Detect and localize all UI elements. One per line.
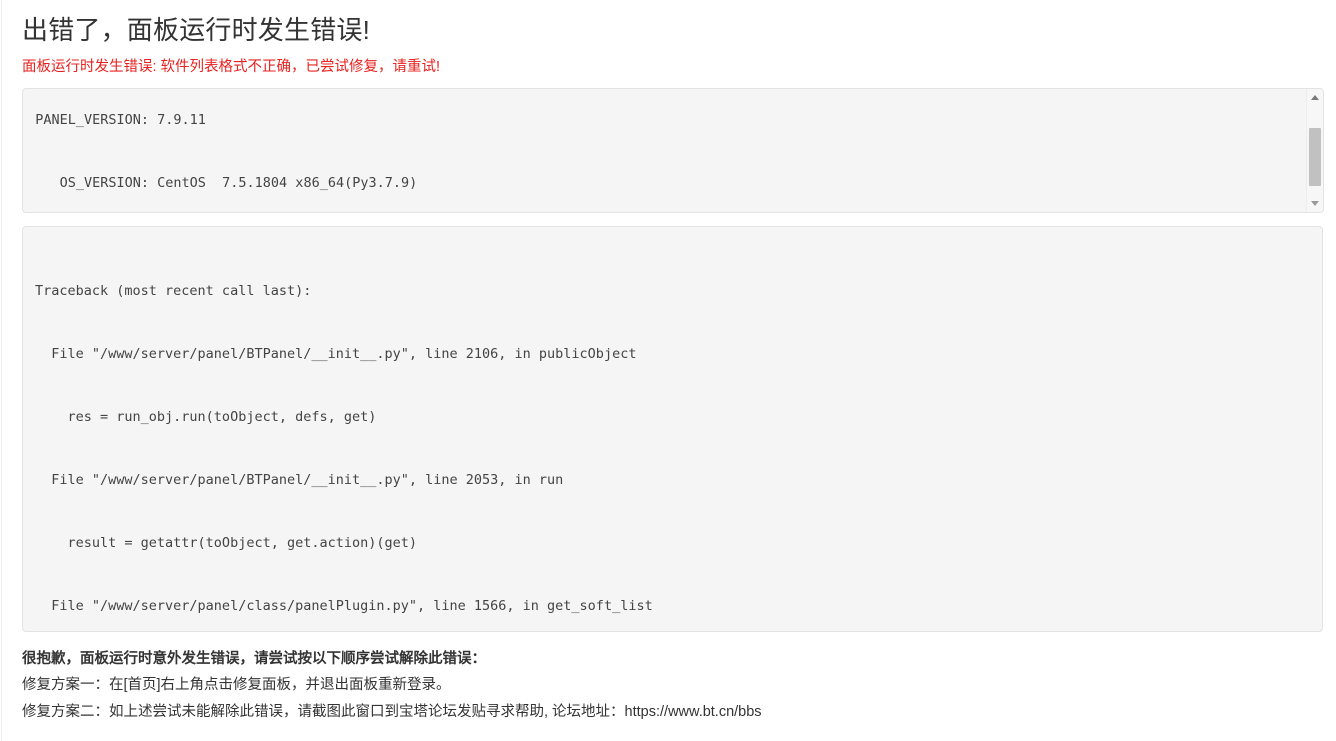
- env-row: OS_VERSION: CentOS 7.5.1804 x86_64(Py3.7…: [23, 173, 1306, 194]
- environment-info-scrollbar[interactable]: [1306, 89, 1323, 212]
- traceback-line: File "/www/server/panel/class/panelPlugi…: [35, 598, 653, 614]
- scrollbar-thumb[interactable]: [1309, 128, 1321, 186]
- env-row-key: PANEL_VERSION:: [35, 112, 149, 128]
- env-row-value: CentOS 7.5.1804 x86_64(Py3.7.9): [157, 175, 418, 191]
- recovery-step-1: 修复方案一：在[首页]右上角点击修复面板，并退出面板重新登录。: [22, 677, 451, 693]
- traceback-line: File "/www/server/panel/BTPanel/__init__…: [35, 346, 637, 362]
- error-message: 面板运行时发生错误: 软件列表格式不正确，已尝试修复，请重试!: [22, 59, 441, 75]
- page-title: 出错了，面板运行时发生错误!: [22, 15, 371, 45]
- error-page: 出错了，面板运行时发生错误! 面板运行时发生错误: 软件列表格式不正确，已尝试修…: [0, 0, 1336, 741]
- env-row-key: OS_VERSION:: [59, 175, 149, 191]
- traceback-lines: Traceback (most recent call last): File …: [35, 239, 1312, 631]
- environment-info-lines: PANEL_VERSION: 7.9.11 OS_VERSION: CentOS…: [23, 89, 1306, 212]
- traceback-line: File "/www/server/panel/BTPanel/__init__…: [35, 472, 564, 488]
- recovery-heading: 很抱歉，面板运行时意外发生错误，请尝试按以下顺序尝试解除此错误：: [22, 651, 486, 667]
- scroll-down-arrow-icon[interactable]: [1307, 195, 1323, 212]
- env-row-value: 7.9.11: [157, 112, 206, 128]
- env-row: PANEL_VERSION: 7.9.11: [23, 110, 1306, 131]
- environment-info-box: PANEL_VERSION: 7.9.11 OS_VERSION: CentOS…: [22, 88, 1324, 213]
- environment-info-viewport[interactable]: PANEL_VERSION: 7.9.11 OS_VERSION: CentOS…: [23, 89, 1306, 212]
- traceback-box: Traceback (most recent call last): File …: [22, 226, 1323, 632]
- traceback-line: result = getattr(toObject, get.action)(g…: [35, 535, 418, 551]
- recovery-instructions: 很抱歉，面板运行时意外发生错误，请尝试按以下顺序尝试解除此错误： 修复方案一：在…: [22, 646, 1312, 726]
- scroll-up-arrow-icon[interactable]: [1307, 89, 1323, 106]
- traceback-line: Traceback (most recent call last):: [35, 283, 312, 299]
- traceback-line: res = run_obj.run(toObject, defs, get): [35, 409, 377, 425]
- recovery-step-2: 修复方案二：如上述尝试未能解除此错误，请截图此窗口到宝塔论坛发贴寻求帮助, 论坛…: [22, 704, 762, 720]
